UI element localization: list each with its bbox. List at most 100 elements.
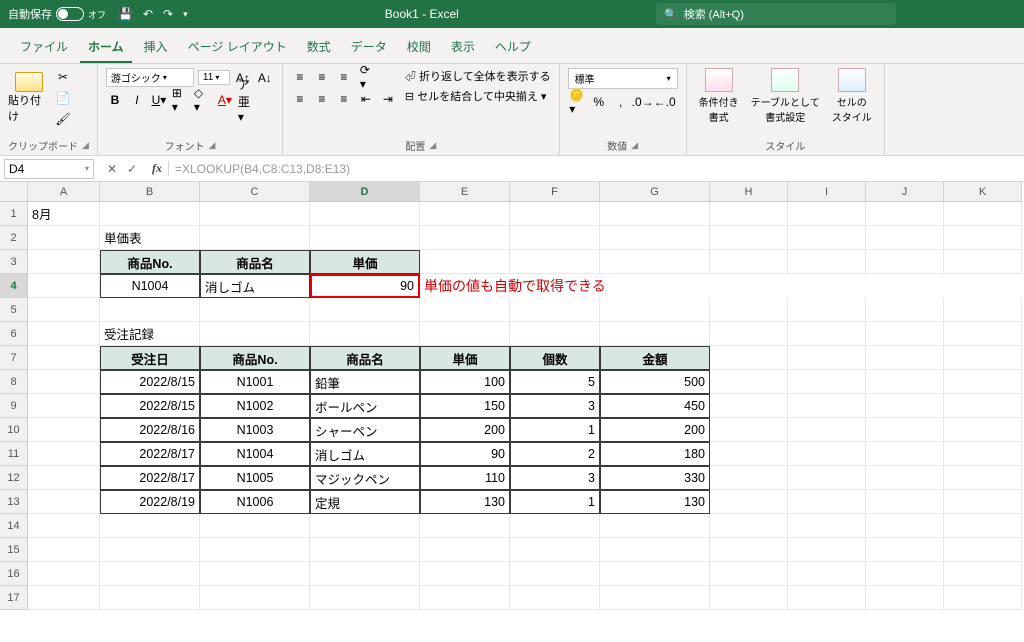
- cell[interactable]: [100, 514, 200, 538]
- wrap-text-button[interactable]: ⏎ 折り返して全体を表示する: [405, 68, 551, 84]
- row-header[interactable]: 4: [0, 274, 28, 298]
- cell[interactable]: [310, 202, 420, 226]
- cell[interactable]: 500: [600, 370, 710, 394]
- spreadsheet-grid[interactable]: A B C D E F G H I J K 18月2単価表3商品No.商品名単価…: [0, 182, 1024, 610]
- cell[interactable]: [944, 298, 1022, 322]
- cell[interactable]: [100, 538, 200, 562]
- cell[interactable]: [600, 514, 710, 538]
- cell[interactable]: [28, 226, 100, 250]
- cell[interactable]: マジックペン: [310, 466, 420, 490]
- cell[interactable]: [866, 466, 944, 490]
- italic-button[interactable]: I: [128, 91, 146, 109]
- cell[interactable]: 3: [510, 466, 600, 490]
- cell[interactable]: [100, 586, 200, 610]
- tab-formula[interactable]: 数式: [299, 34, 339, 63]
- cell[interactable]: [944, 490, 1022, 514]
- cell[interactable]: N1004: [100, 274, 200, 298]
- save-icon[interactable]: 💾: [118, 7, 133, 21]
- cell[interactable]: シャーペン: [310, 418, 420, 442]
- cell[interactable]: ボールペン: [310, 394, 420, 418]
- cell[interactable]: [510, 322, 600, 346]
- cell[interactable]: [420, 202, 510, 226]
- cell[interactable]: [710, 394, 788, 418]
- cell[interactable]: [866, 514, 944, 538]
- conditional-format-button[interactable]: 条件付き 書式: [695, 68, 743, 124]
- cell[interactable]: 110: [420, 466, 510, 490]
- autosave-toggle[interactable]: 自動保存 オフ: [8, 6, 106, 22]
- cell[interactable]: [710, 346, 788, 370]
- cell[interactable]: 個数: [510, 346, 600, 370]
- format-as-table-button[interactable]: テーブルとして 書式設定: [747, 68, 824, 124]
- cell[interactable]: [100, 202, 200, 226]
- cell[interactable]: 鉛筆: [310, 370, 420, 394]
- cell[interactable]: 2022/8/17: [100, 442, 200, 466]
- cell[interactable]: [420, 298, 510, 322]
- tab-insert[interactable]: 挿入: [136, 34, 176, 63]
- cell[interactable]: 200: [420, 418, 510, 442]
- tab-help[interactable]: ヘルプ: [487, 34, 539, 63]
- col-header[interactable]: J: [866, 182, 944, 202]
- row-header[interactable]: 11: [0, 442, 28, 466]
- col-header[interactable]: F: [510, 182, 600, 202]
- underline-button[interactable]: U ▾: [150, 91, 168, 109]
- cell[interactable]: [788, 250, 866, 274]
- cell[interactable]: [866, 202, 944, 226]
- cell[interactable]: [420, 562, 510, 586]
- cell[interactable]: [944, 250, 1022, 274]
- cell[interactable]: [710, 466, 788, 490]
- row-header[interactable]: 6: [0, 322, 28, 346]
- cell[interactable]: [866, 298, 944, 322]
- col-header[interactable]: E: [420, 182, 510, 202]
- cell[interactable]: [28, 298, 100, 322]
- cut-icon[interactable]: ✂: [54, 68, 72, 86]
- cell[interactable]: [420, 514, 510, 538]
- dialog-launcher-icon[interactable]: ◢: [82, 140, 89, 151]
- cell[interactable]: [944, 562, 1022, 586]
- cell[interactable]: [788, 370, 866, 394]
- cell[interactable]: [600, 322, 710, 346]
- cell[interactable]: [710, 490, 788, 514]
- cell[interactable]: [310, 562, 420, 586]
- cell[interactable]: 450: [600, 394, 710, 418]
- enter-icon[interactable]: ✓: [124, 162, 140, 176]
- cell[interactable]: 90: [420, 442, 510, 466]
- redo-icon[interactable]: ↷: [163, 7, 173, 21]
- cell[interactable]: [510, 514, 600, 538]
- cell[interactable]: 90: [310, 274, 420, 298]
- cell[interactable]: [710, 442, 788, 466]
- cell[interactable]: [28, 538, 100, 562]
- cell[interactable]: 商品No.: [200, 346, 310, 370]
- cell[interactable]: [944, 514, 1022, 538]
- search-input[interactable]: 🔍 検索 (Alt+Q): [656, 3, 896, 25]
- row-header[interactable]: 7: [0, 346, 28, 370]
- row-header[interactable]: 14: [0, 514, 28, 538]
- font-color-button[interactable]: A ▾: [216, 91, 234, 109]
- cell[interactable]: [710, 562, 788, 586]
- cell[interactable]: [710, 514, 788, 538]
- cell[interactable]: [28, 442, 100, 466]
- cell[interactable]: [310, 538, 420, 562]
- cell[interactable]: [310, 514, 420, 538]
- col-header[interactable]: B: [100, 182, 200, 202]
- select-all-corner[interactable]: [0, 182, 28, 202]
- border-button[interactable]: ⊞ ▾: [172, 91, 190, 109]
- cell[interactable]: [420, 226, 510, 250]
- dec-decimal-icon[interactable]: ←.0: [656, 93, 674, 111]
- cell[interactable]: [866, 538, 944, 562]
- font-name-dropdown[interactable]: 游ゴシック ▾: [106, 68, 194, 87]
- cell[interactable]: [510, 586, 600, 610]
- cell[interactable]: [28, 394, 100, 418]
- align-left-icon[interactable]: ≡: [291, 90, 309, 108]
- cell[interactable]: N1001: [200, 370, 310, 394]
- row-header[interactable]: 3: [0, 250, 28, 274]
- cell[interactable]: [866, 370, 944, 394]
- cell[interactable]: [710, 586, 788, 610]
- qat-dropdown-icon[interactable]: ▾: [183, 9, 188, 20]
- name-box[interactable]: D4▾: [4, 159, 94, 179]
- row-header[interactable]: 1: [0, 202, 28, 226]
- col-header[interactable]: K: [944, 182, 1022, 202]
- currency-icon[interactable]: 🪙 ▾: [568, 93, 586, 111]
- cell[interactable]: [600, 226, 710, 250]
- tab-home[interactable]: ホーム: [80, 34, 132, 63]
- cell[interactable]: 130: [600, 490, 710, 514]
